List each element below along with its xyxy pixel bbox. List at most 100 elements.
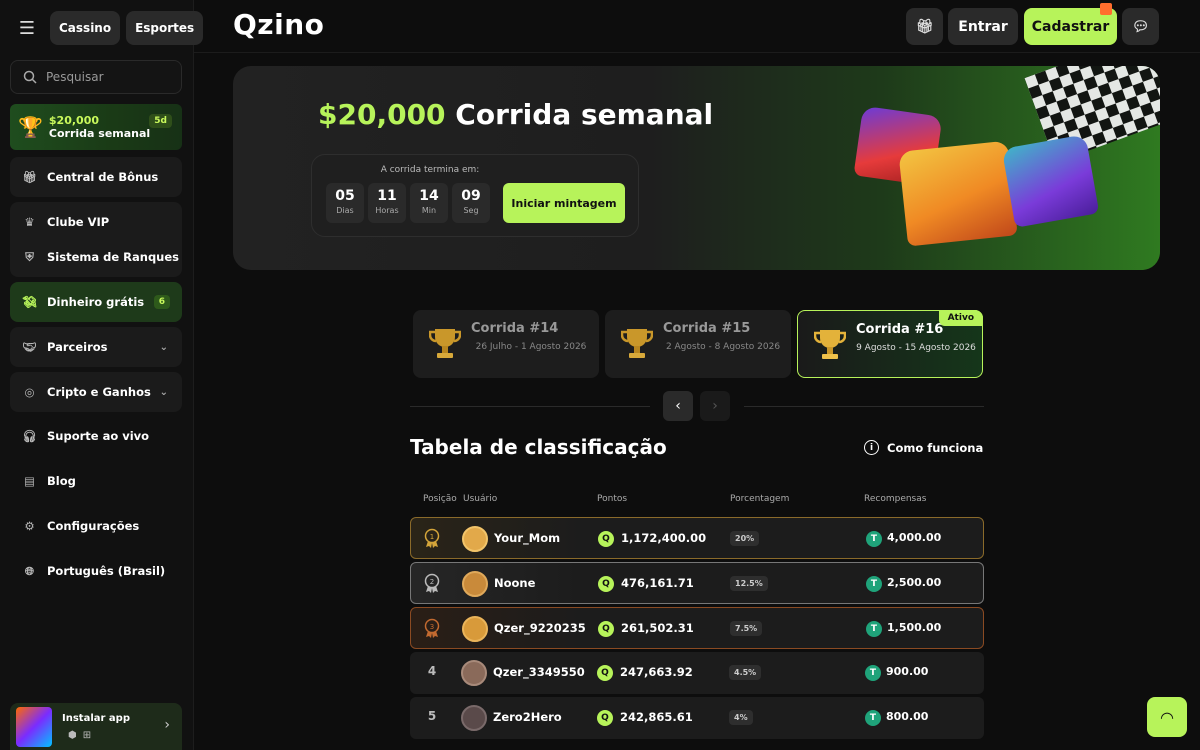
countdown-value: 11 bbox=[377, 188, 397, 204]
header-divider bbox=[194, 52, 1200, 53]
race-dates: 9 Agosto - 15 Agosto 2026 bbox=[856, 343, 976, 353]
next-race-button[interactable]: › bbox=[700, 391, 730, 421]
sidebar-item-ranks[interactable]: ⛨ Sistema de Ranques bbox=[10, 237, 182, 277]
start-mint-button[interactable]: Iniciar mintagem bbox=[503, 183, 625, 223]
sidebar-item-label: Português (Brasil) bbox=[47, 564, 166, 578]
table-row: 5 Zero2Hero Q 242,865.61 4% T 800.00 bbox=[410, 697, 984, 739]
silver-medal-icon: 2 bbox=[424, 573, 440, 593]
tab-sports[interactable]: Esportes bbox=[126, 11, 204, 45]
sidebar-item-bonus[interactable]: 🎁︎ Central de Bônus bbox=[10, 157, 182, 197]
crypto-block: ◎ Cripto e Ganhos ⌄ bbox=[10, 372, 182, 412]
free-money-block: 💸︎ Dinheiro grátis 6 bbox=[10, 282, 182, 322]
banner-title-text: Corrida semanal bbox=[455, 98, 714, 131]
login-button[interactable]: Entrar bbox=[948, 8, 1018, 45]
install-app-card[interactable]: Instalar app ⬢ ⊞ › bbox=[10, 703, 182, 750]
trophy-icon bbox=[429, 329, 461, 358]
chat-button[interactable]: 💬︎ bbox=[1122, 8, 1159, 45]
sidebar: ☰ Cassino Esportes 🏆 $20,000 Corrida sem… bbox=[0, 0, 204, 750]
race-tab-14[interactable]: Corrida #14 26 Julho - 1 Agosto 2026 bbox=[413, 310, 599, 378]
banner-title: $20,000 Corrida semanal bbox=[318, 98, 713, 131]
points-icon: Q bbox=[598, 531, 614, 547]
info-icon: i bbox=[864, 440, 879, 455]
avatar bbox=[462, 616, 488, 642]
tether-icon: T bbox=[866, 576, 882, 592]
points-icon: Q bbox=[598, 576, 614, 592]
vip-block: ♛ Clube VIP ⛨ Sistema de Ranques bbox=[10, 202, 182, 277]
position: 4 bbox=[427, 664, 437, 678]
sidebar-item-label: Configurações bbox=[47, 519, 140, 533]
headset-icon: ◠ bbox=[1160, 707, 1174, 727]
tab-casino[interactable]: Cassino bbox=[50, 11, 121, 45]
search-icon bbox=[23, 70, 37, 84]
percentage-badge: 20% bbox=[730, 531, 760, 546]
reward-value: 900.00 bbox=[886, 665, 929, 678]
countdown-seconds: 09 Seg bbox=[452, 183, 490, 223]
sidebar-item-vip[interactable]: ♛ Clube VIP bbox=[10, 202, 182, 242]
username: Zero2Hero bbox=[493, 710, 562, 724]
race-banner: $20,000 Corrida semanal A corrida termin… bbox=[233, 66, 1160, 270]
prev-race-button[interactable]: ‹ bbox=[663, 391, 693, 421]
gift-icon: 🎁︎ bbox=[22, 170, 37, 184]
how-it-works-link[interactable]: i Como funciona bbox=[864, 440, 983, 455]
kart-purple-image bbox=[1001, 134, 1100, 228]
bronze-medal-icon: 3 bbox=[424, 618, 440, 638]
chat-icon: 💬︎ bbox=[1131, 18, 1150, 35]
menu-icon[interactable]: ☰ bbox=[10, 10, 44, 46]
chevron-right-icon: › bbox=[164, 717, 170, 733]
sidebar-item-crypto[interactable]: ◎ Cripto e Ganhos ⌄ bbox=[10, 372, 182, 412]
percentage-badge: 4% bbox=[729, 710, 753, 725]
gear-icon: ⚙ bbox=[24, 519, 35, 533]
countdown-value: 09 bbox=[461, 188, 481, 204]
chevron-down-icon: ⌄ bbox=[159, 341, 168, 353]
race-promo-card[interactable]: 🏆 $20,000 Corrida semanal 5d bbox=[10, 104, 182, 150]
reward-value: 2,500.00 bbox=[887, 576, 942, 589]
live-support-button[interactable]: ◠ bbox=[1147, 697, 1187, 737]
tether-icon: T bbox=[866, 531, 882, 547]
reward-value: 800.00 bbox=[886, 710, 929, 723]
race-tab-15[interactable]: Corrida #15 2 Agosto - 8 Agosto 2026 bbox=[605, 310, 791, 378]
username: Qzer_9220235 bbox=[494, 621, 586, 635]
race-dates: 2 Agosto - 8 Agosto 2026 bbox=[665, 342, 781, 352]
partners-block: 🤝︎ Parceiros ⌄ bbox=[10, 327, 182, 367]
sidebar-item-language[interactable]: 🌐︎ Português (Brasil) bbox=[10, 551, 182, 591]
sidebar-item-label: Suporte ao vivo bbox=[47, 429, 150, 443]
avatar bbox=[462, 571, 488, 597]
avatar bbox=[461, 660, 487, 686]
promo-label: Corrida semanal bbox=[48, 127, 151, 140]
gift-icon: 🎁︎ bbox=[915, 18, 934, 35]
gift-button[interactable]: 🎁︎ bbox=[906, 8, 943, 45]
logo[interactable]: Qzino bbox=[233, 8, 324, 41]
column-header-percentage: Porcentagem bbox=[730, 494, 790, 504]
sidebar-item-free-money[interactable]: 💸︎ Dinheiro grátis 6 bbox=[10, 282, 182, 322]
countdown-unit: Dias bbox=[336, 206, 354, 215]
username: Your_Mom bbox=[494, 531, 561, 545]
table-row: 1 Your_Mom Q 1,172,400.00 20% T 4,000.00 bbox=[410, 517, 984, 559]
points-icon: Q bbox=[597, 665, 613, 681]
position: 5 bbox=[427, 709, 437, 723]
countdown-unit: Seg bbox=[463, 206, 479, 215]
username: Noone bbox=[494, 576, 536, 590]
table-row: 2 Noone Q 476,161.71 12.5% T 2,500.00 bbox=[410, 562, 984, 604]
sidebar-item-settings[interactable]: ⚙ Configurações bbox=[10, 506, 182, 546]
sidebar-item-support[interactable]: 🎧︎ Suporte ao vivo bbox=[10, 416, 182, 456]
android-icon: ⬢ bbox=[68, 729, 77, 741]
points-value: 261,502.31 bbox=[621, 621, 694, 635]
chevron-down-icon: ⌄ bbox=[159, 386, 168, 398]
countdown-days: 05 Dias bbox=[326, 183, 364, 223]
avatar bbox=[462, 526, 488, 552]
svg-text:1: 1 bbox=[430, 533, 434, 541]
how-it-works-label: Como funciona bbox=[887, 440, 984, 455]
app-preview-image bbox=[16, 706, 52, 747]
install-app-label: Instalar app bbox=[62, 712, 130, 724]
gold-medal-icon: 1 bbox=[424, 528, 440, 548]
countdown-hours: 11 Horas bbox=[368, 183, 406, 223]
race-tab-16[interactable]: Corrida #16 9 Agosto - 15 Agosto 2026 At… bbox=[797, 310, 983, 378]
chevron-right-icon: › bbox=[712, 398, 718, 414]
table-row: 3 Qzer_9220235 Q 261,502.31 7.5% T 1,500… bbox=[410, 607, 984, 649]
search-box[interactable] bbox=[10, 60, 182, 94]
username: Qzer_3349550 bbox=[493, 665, 585, 679]
sidebar-item-blog[interactable]: ▤ Blog bbox=[10, 461, 182, 501]
sidebar-item-partners[interactable]: 🤝︎ Parceiros ⌄ bbox=[10, 327, 182, 367]
sidebar-item-label: Sistema de Ranques bbox=[47, 250, 180, 264]
search-input[interactable] bbox=[46, 70, 156, 84]
